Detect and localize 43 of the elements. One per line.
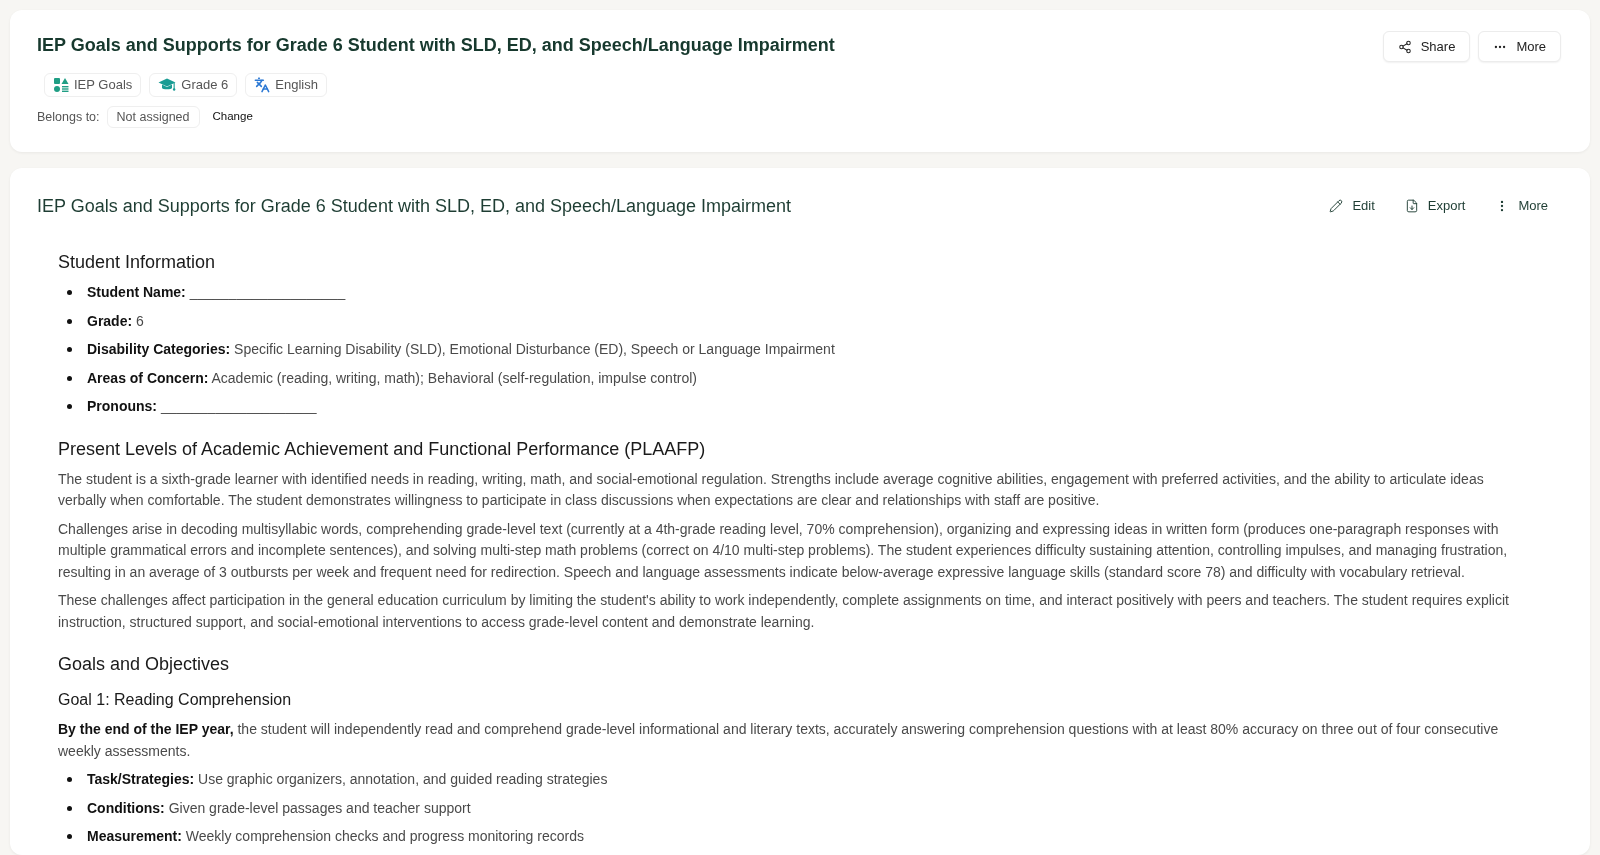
shapes-icon (53, 77, 69, 93)
translate-icon (254, 77, 271, 93)
edit-button[interactable]: Edit (1317, 191, 1387, 221)
belongs-to-label: Belongs to: (37, 108, 100, 126)
bullet-icon (67, 777, 72, 783)
paragraph: These challenges affect participation in the general education curriculum by limiting the student's ability to work independently, complete assignments on time, and interact positively with peers and teachers. The student requires explicit instruction, structured support, and social-emotional interventions to access grade-level content and demonstrate learning. (58, 591, 1510, 632)
list-item-text: Areas of Concern: Academic (reading, writing, math); Behavioral (self-regulation, impulse control) (87, 368, 698, 388)
bullet-icon (67, 318, 72, 324)
section-heading: Goals and Objectives (58, 653, 231, 676)
section-heading: Present Levels of Academic Achievement and Functional Performance (PLAAFP) (58, 437, 707, 461)
paragraph: By the end of the IEP year, the student will independently read and comprehend grade-level informational and literary texts, accurately answering comprehension questions with at least 80% accuracy on three out of four consecutive weekly assessments. (58, 720, 1500, 761)
tag-label: Grade 6 (181, 76, 229, 95)
graduation-cap-icon (158, 78, 177, 92)
document-title: IEP Goals and Supports for Grade 6 Student with SLD, ED, and Speech/Language Impairment (37, 195, 792, 218)
tag-label: English (275, 76, 318, 95)
file-download-icon (1404, 199, 1419, 213)
list-item-text: Grade: 6 (87, 311, 144, 331)
more-button[interactable]: More (1483, 191, 1560, 221)
list-item-text: Pronouns: ____________________ (87, 397, 317, 416)
bullet-icon (67, 347, 72, 353)
bullet-icon (67, 805, 72, 811)
pencil-icon (1329, 199, 1344, 213)
tag-label: IEP Goals (74, 76, 133, 95)
paragraph: Challenges arise in decoding multisyllabic words, comprehending grade-level text (currently at a 4th-grade reading level, 70% comprehension), organizing and expressing ideas in written form (produces one-paragraph responses with multiple grammatical errors and incomplete sentences), and solving multi-step math problems (correct on 4/10 multi-step problems). The student experiences difficulty sustaining attention, controlling impulses, and managing frustration, resulting in an average of 3 outbursts per week and frequent need for redirection. Speech and language assessments indicate below-average expressive language skills (standard score 78) and difficulty with vocabulary retrieval. (58, 519, 1509, 582)
section-heading: Student Information (58, 251, 217, 274)
page-title: IEP Goals and Supports for Grade 6 Student with SLD, ED, and Speech/Language Impairment (37, 34, 835, 57)
bullet-icon (67, 404, 72, 410)
change-button[interactable]: Change (206, 106, 259, 128)
goal-heading: Goal 1: Reading Comprehension (58, 690, 293, 710)
list-item-text: Conditions: Given grade-level passages and teacher support (87, 798, 471, 818)
more-button[interactable]: More (1478, 31, 1561, 62)
export-button[interactable]: Export (1392, 191, 1478, 221)
paragraph: The student is a sixth-grade learner with identified needs in reading, writing, math, and social-emotional regulation. Strengths include average cognitive abilities, engagement with preferred activities, and the ability to articulate ideas verbally when comfortable. The student demonstrates willingness to participate in class discussions when expectations are clear and relationships with staff are positive. (58, 469, 1485, 510)
owner-value: Not assigned (106, 106, 200, 128)
list-item-text: Disability Categories: Specific Learning Disability (SLD), Emotional Disturbance (ED), Speech or Language Impairment (87, 340, 835, 359)
share-button[interactable]: Share (1382, 31, 1471, 62)
list-item-text: Student Name: ____________________ (87, 283, 346, 302)
list-item-text: Measurement: Weekly comprehension checks and progress monitoring records (87, 827, 584, 846)
share-icon (1397, 39, 1412, 54)
bullet-icon (67, 375, 72, 381)
bullet-icon (67, 834, 72, 840)
list-item-text: Task/Strategies: Use graphic organizers, annotation, and guided reading strategies (87, 770, 608, 789)
bullet-icon (67, 290, 72, 296)
